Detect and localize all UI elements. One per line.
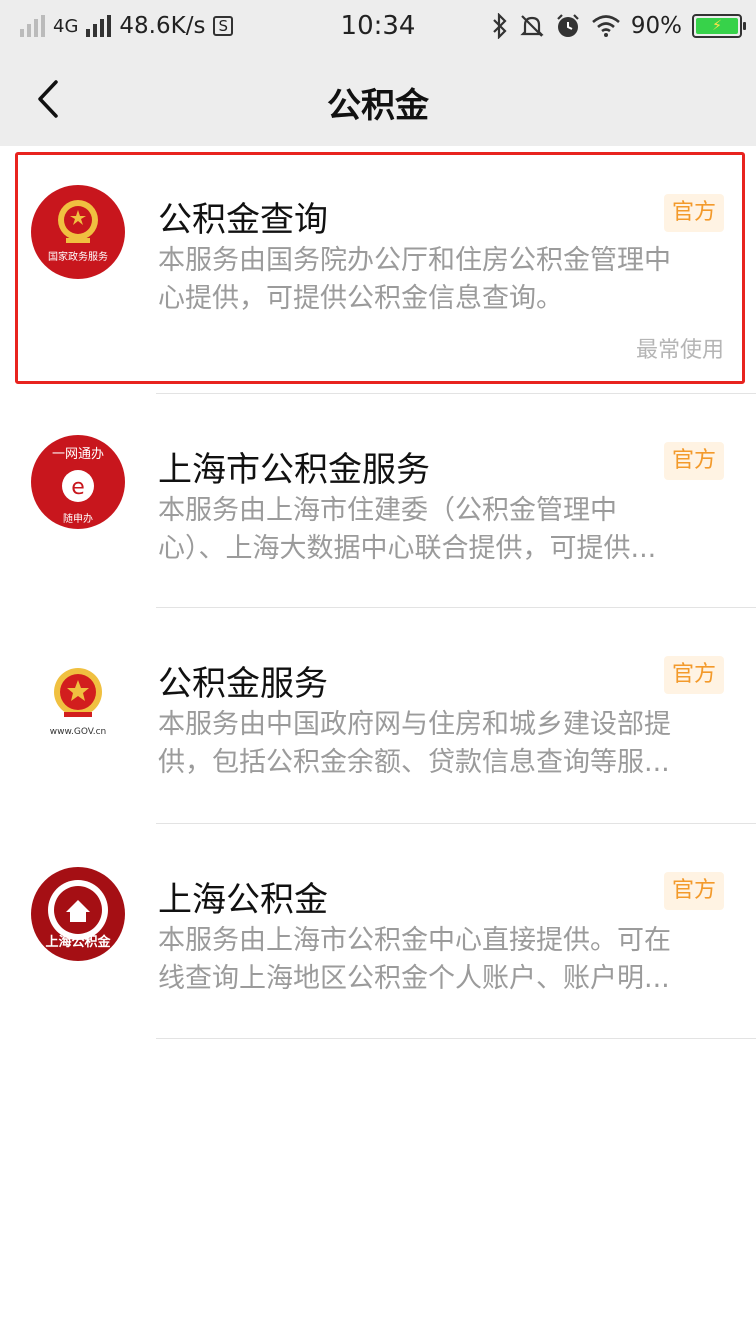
- mute-bell-icon: [520, 15, 544, 37]
- list-item-shanghai-gjj-service[interactable]: 一网通办 e 随申办 上海市公积金服务 官方 本服务由上海市住建委（公积金管理中…: [0, 394, 756, 608]
- page-title: 公积金: [327, 86, 429, 126]
- item-title: 公积金服务: [158, 664, 328, 704]
- status-bar: 4G 48.6K/s S 10:34 90% ⚡: [0, 0, 756, 52]
- gov-caption: www.GOV.cn: [50, 727, 107, 737]
- suishenban-logo-icon: 一网通办 e 随申办: [31, 435, 125, 529]
- item-title: 上海市公积金服务: [158, 450, 430, 490]
- battery-icon: ⚡: [692, 14, 746, 38]
- description-line: 供，包括公积金余额、贷款信息查询等服...: [158, 747, 670, 778]
- official-badge: 官方: [663, 442, 724, 480]
- logo-caption: 上海公积金: [45, 934, 111, 950]
- divider: [156, 1038, 756, 1039]
- list-item-gjj-service[interactable]: www.GOV.cn 公积金服务 官方 本服务由中国政府网与住房和城乡建设部提 …: [0, 608, 756, 824]
- alarm-icon: [557, 14, 579, 37]
- official-badge: 官方: [663, 872, 724, 910]
- description-line: 本服务由上海市公积金中心直接提供。可在: [158, 925, 671, 956]
- svg-text:e: e: [71, 475, 85, 500]
- battery-percent: 90%: [630, 13, 682, 39]
- description-line: 心）、上海大数据中心联合提供，可提供...: [158, 533, 657, 564]
- highlight-box: [15, 152, 745, 384]
- list-item-shanghai-gjj[interactable]: 上海公积金 上海公积金 官方 本服务由上海市公积金中心直接提供。可在 线查询上海…: [0, 824, 756, 1038]
- logo-bottom-text: 随申办: [63, 512, 93, 525]
- logo-top-text: 一网通办: [52, 447, 104, 462]
- wifi-icon: [592, 15, 620, 37]
- item-description: 本服务由中国政府网与住房和城乡建设部提 供，包括公积金余额、贷款信息查询等服..…: [158, 706, 724, 782]
- description-line: 本服务由上海市住建委（公积金管理中: [158, 495, 617, 526]
- description-line: 本服务由中国政府网与住房和城乡建设部提: [158, 709, 671, 740]
- description-line: 线查询上海地区公积金个人账户、账户明...: [158, 963, 670, 994]
- item-title: 上海公积金: [158, 880, 328, 920]
- shanghai-gjj-logo-icon: 上海公积金: [31, 867, 125, 961]
- official-badge: 官方: [663, 656, 724, 694]
- top-bar: 4G 48.6K/s S 10:34 90% ⚡ 公积金: [0, 0, 756, 146]
- bluetooth-icon: [493, 13, 507, 39]
- item-description: 本服务由上海市公积金中心直接提供。可在 线查询上海地区公积金个人账户、账户明..…: [158, 922, 724, 998]
- gov-cn-emblem-icon: www.GOV.cn: [50, 668, 107, 737]
- status-right: 90% ⚡: [491, 12, 746, 40]
- nav-bar: 公积金: [0, 52, 756, 146]
- item-description: 本服务由上海市住建委（公积金管理中 心）、上海大数据中心联合提供，可提供...: [158, 492, 724, 568]
